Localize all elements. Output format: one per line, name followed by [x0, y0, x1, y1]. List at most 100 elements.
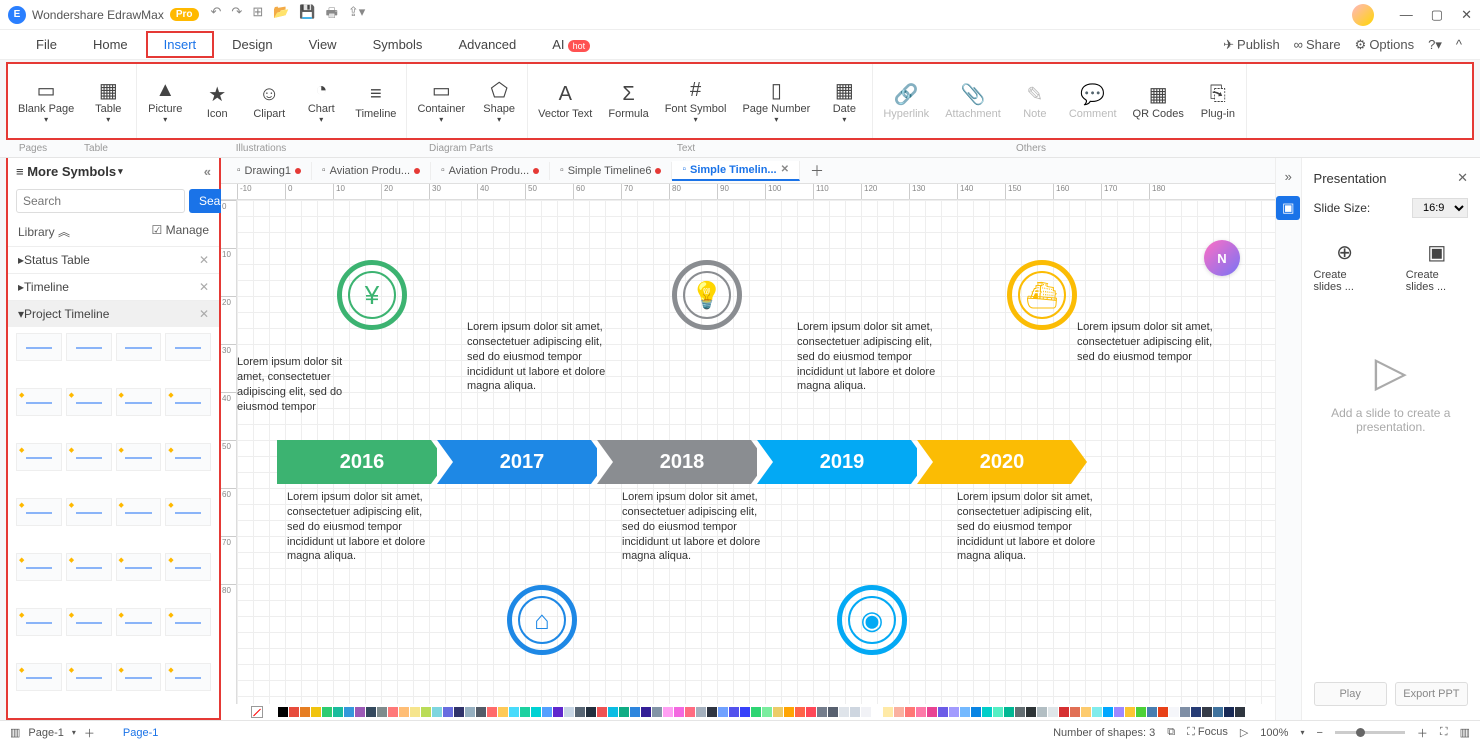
color-swatch[interactable] — [399, 707, 409, 717]
symbol-thumb[interactable] — [16, 443, 62, 471]
timeline-text[interactable]: Lorem ipsum dolor sit amet, consectetuer… — [797, 320, 952, 394]
category-status-table[interactable]: ▸ Status Table✕ — [8, 246, 219, 273]
timeline-text[interactable]: Lorem ipsum dolor sit amet, consectetuer… — [957, 490, 1112, 564]
dropdown-icon[interactable]: ▾ — [118, 166, 123, 177]
no-fill-swatch[interactable] — [251, 706, 263, 718]
symbol-thumb[interactable] — [16, 333, 62, 361]
color-swatch[interactable] — [751, 707, 761, 717]
color-swatch[interactable] — [652, 707, 662, 717]
symbol-thumb[interactable] — [66, 663, 112, 691]
category-project-timeline[interactable]: ▾ Project Timeline✕ — [8, 300, 219, 327]
symbol-thumb[interactable] — [16, 553, 62, 581]
panels-icon[interactable]: ▥ — [1460, 726, 1470, 739]
ribbon-container[interactable]: ▭Container▾ — [409, 68, 473, 134]
play-button[interactable]: Play — [1314, 682, 1387, 706]
help-icon[interactable]: ?▾ — [1428, 37, 1442, 53]
collapse-panel-icon[interactable]: « — [204, 164, 211, 179]
color-swatch[interactable] — [762, 707, 772, 717]
add-page-icon[interactable]: ＋ — [84, 725, 95, 741]
page-name[interactable]: Page-1 — [28, 727, 63, 739]
symbol-thumb[interactable] — [116, 498, 162, 526]
color-swatch[interactable] — [916, 707, 926, 717]
color-swatch[interactable] — [498, 707, 508, 717]
doc-tab[interactable]: ▫Aviation Produ... — [312, 162, 431, 180]
minimize-icon[interactable]: — — [1400, 7, 1413, 22]
color-swatch[interactable] — [960, 707, 970, 717]
symbol-thumb[interactable] — [116, 663, 162, 691]
ribbon-icon[interactable]: ★Icon — [191, 68, 243, 134]
arrow-2017[interactable]: 2017 — [437, 440, 607, 484]
color-swatch[interactable] — [300, 707, 310, 717]
create-slides-frame-button[interactable]: ▣Create slides ... — [1406, 240, 1468, 293]
color-swatch[interactable] — [520, 707, 530, 717]
ribbon-qr-codes[interactable]: ▦QR Codes — [1125, 68, 1192, 134]
color-swatch[interactable] — [575, 707, 585, 717]
color-swatch[interactable] — [674, 707, 684, 717]
color-swatch[interactable] — [1048, 707, 1058, 717]
color-swatch[interactable] — [531, 707, 541, 717]
options-button[interactable]: ⚙ Options — [1355, 37, 1414, 53]
symbol-thumb[interactable] — [116, 333, 162, 361]
color-swatch[interactable] — [553, 707, 563, 717]
color-swatch[interactable] — [795, 707, 805, 717]
new-icon[interactable]: ⊞ — [252, 4, 263, 26]
ribbon-picture[interactable]: ▲Picture▾ — [139, 68, 191, 134]
share-button[interactable]: ∞ Share — [1294, 37, 1341, 52]
ribbon-timeline[interactable]: ≡Timeline — [347, 68, 404, 134]
color-swatch[interactable] — [1103, 707, 1113, 717]
color-swatch[interactable] — [1059, 707, 1069, 717]
color-swatch[interactable] — [993, 707, 1003, 717]
color-swatch[interactable] — [465, 707, 475, 717]
color-swatch[interactable] — [1202, 707, 1212, 717]
collapse-ribbon-icon[interactable]: ^ — [1456, 37, 1462, 52]
color-swatch[interactable] — [322, 707, 332, 717]
export-ppt-button[interactable]: Export PPT — [1395, 682, 1468, 706]
symbol-thumb[interactable] — [165, 498, 211, 526]
undo-icon[interactable]: ↶ — [211, 4, 222, 26]
color-swatch[interactable] — [476, 707, 486, 717]
symbol-thumb[interactable] — [66, 608, 112, 636]
color-swatch[interactable] — [663, 707, 673, 717]
color-swatch[interactable] — [586, 707, 596, 717]
color-swatch[interactable] — [861, 707, 871, 717]
color-swatch[interactable] — [905, 707, 915, 717]
zoom-out-icon[interactable]: − — [1316, 727, 1322, 739]
symbol-thumb[interactable] — [165, 663, 211, 691]
color-swatch[interactable] — [894, 707, 904, 717]
close-panel-icon[interactable]: ✕ — [1457, 170, 1468, 186]
color-swatch[interactable] — [1125, 707, 1135, 717]
menu-view[interactable]: View — [291, 31, 355, 58]
arrow-2019[interactable]: 2019 — [757, 440, 927, 484]
color-swatch[interactable] — [597, 707, 607, 717]
symbol-search-input[interactable] — [16, 189, 185, 213]
timeline-text[interactable]: Lorem ipsum dolor sit amet, consectetuer… — [467, 320, 622, 394]
menu-symbols[interactable]: Symbols — [355, 31, 441, 58]
symbol-thumb[interactable] — [165, 553, 211, 581]
focus-button[interactable]: ⛶ Focus — [1187, 726, 1228, 739]
ribbon-vector-text[interactable]: AVector Text — [530, 68, 600, 134]
doc-tab[interactable]: ▫Drawing1 — [227, 162, 312, 180]
color-swatch[interactable] — [817, 707, 827, 717]
ribbon-shape[interactable]: ⬠Shape▾ — [473, 68, 525, 134]
color-swatch[interactable] — [454, 707, 464, 717]
menu-insert[interactable]: Insert — [146, 31, 215, 58]
symbol-thumb[interactable] — [116, 443, 162, 471]
color-swatch[interactable] — [366, 707, 376, 717]
symbol-thumb[interactable] — [16, 498, 62, 526]
color-swatch[interactable] — [1081, 707, 1091, 717]
close-tab-icon[interactable]: ✕ — [781, 164, 789, 175]
category-timeline[interactable]: ▸ Timeline✕ — [8, 273, 219, 300]
zoom-slider[interactable] — [1335, 731, 1405, 734]
color-swatch[interactable] — [839, 707, 849, 717]
color-swatch[interactable] — [608, 707, 618, 717]
color-swatch[interactable] — [619, 707, 629, 717]
symbol-thumb[interactable] — [116, 553, 162, 581]
color-swatch[interactable] — [289, 707, 299, 717]
close-cat-icon[interactable]: ✕ — [199, 253, 209, 267]
symbol-thumb[interactable] — [165, 443, 211, 471]
color-swatch[interactable] — [630, 707, 640, 717]
color-swatch[interactable] — [377, 707, 387, 717]
color-swatch[interactable] — [267, 707, 277, 717]
color-swatch[interactable] — [443, 707, 453, 717]
timeline-circle-icon[interactable]: ⌂ — [507, 585, 577, 655]
